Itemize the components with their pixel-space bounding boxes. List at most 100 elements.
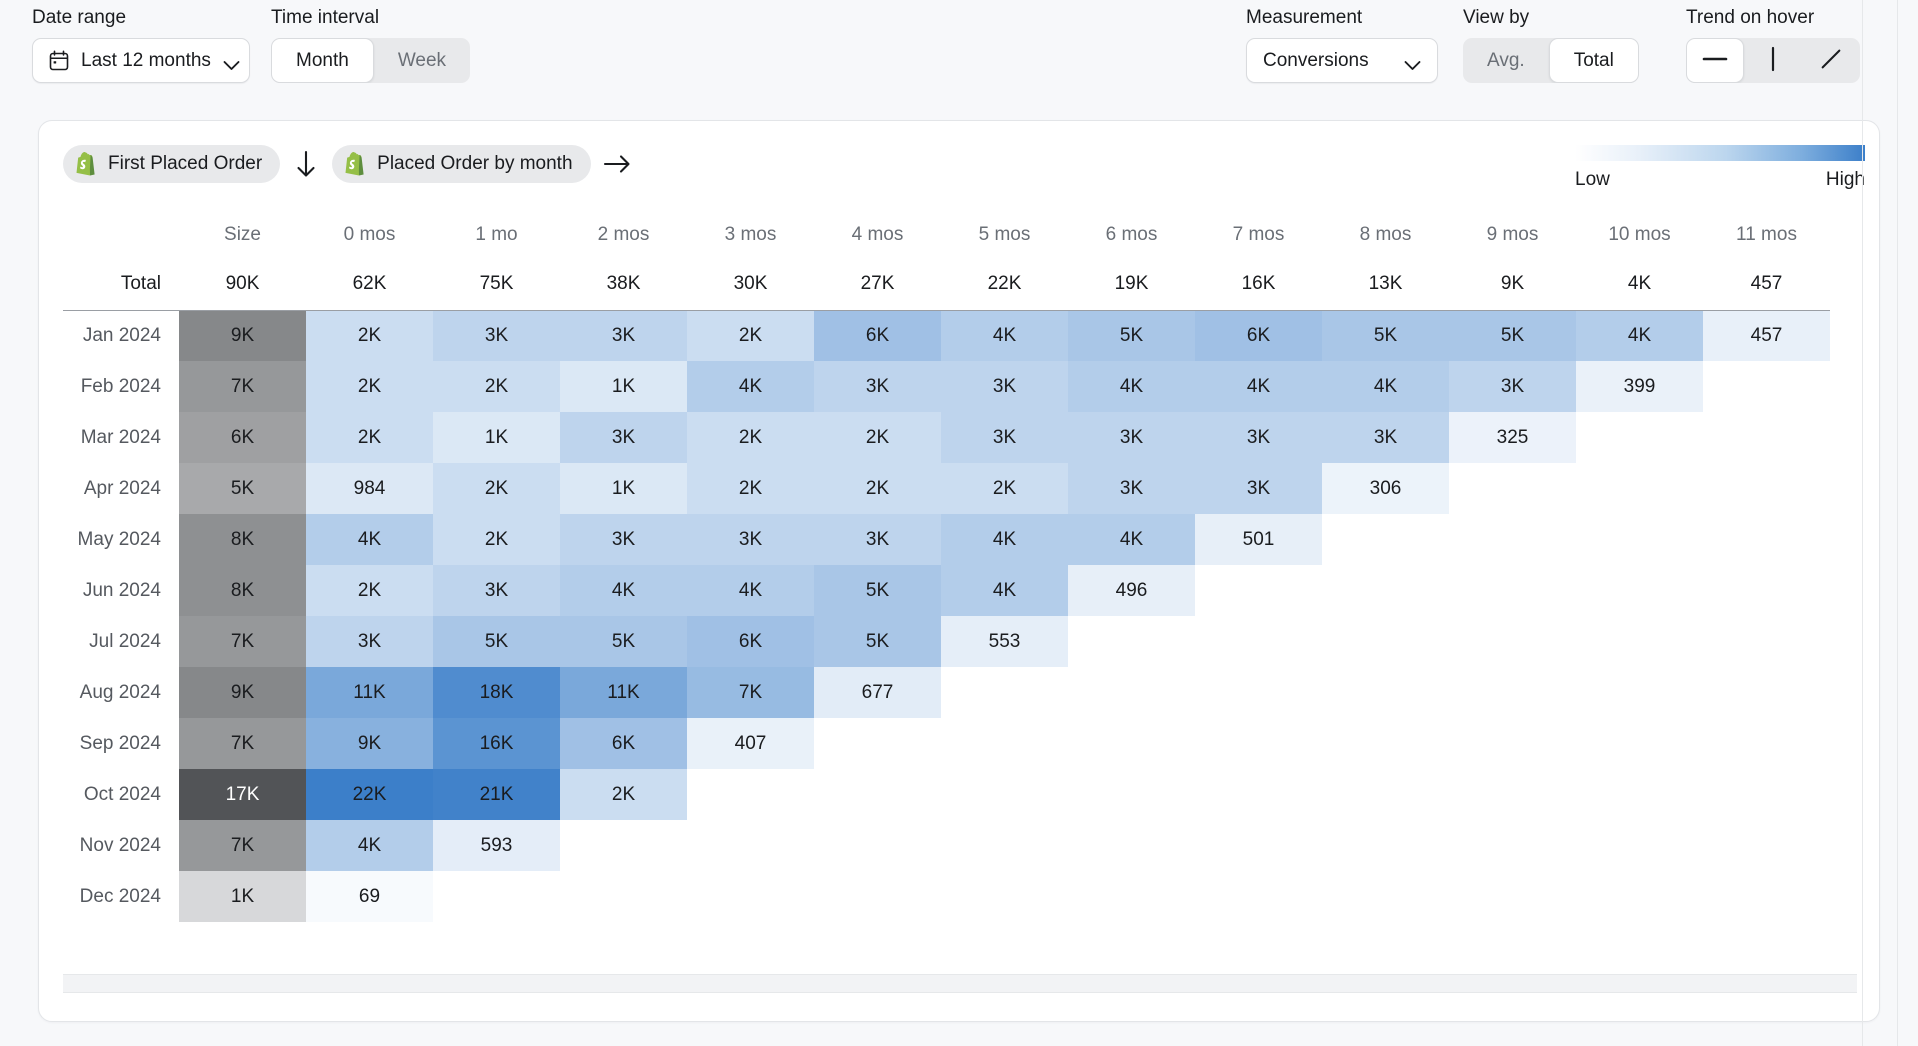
heatmap-cell[interactable]: 2K bbox=[687, 463, 814, 514]
heatmap-cell[interactable]: 2K bbox=[306, 412, 433, 463]
heatmap-cell[interactable]: 1K bbox=[560, 361, 687, 412]
trend-option-horizontal[interactable] bbox=[1686, 38, 1744, 83]
heatmap-cell[interactable]: 3K bbox=[433, 310, 560, 361]
heatmap-cell[interactable]: 2K bbox=[941, 463, 1068, 514]
heatmap-cell[interactable]: 306 bbox=[1322, 463, 1449, 514]
trend-option-diagonal[interactable] bbox=[1802, 38, 1860, 83]
heatmap-size-cell[interactable]: 7K bbox=[179, 361, 306, 412]
heatmap-cell[interactable]: 16K bbox=[433, 718, 560, 769]
heatmap-cell[interactable]: 7K bbox=[687, 667, 814, 718]
heatmap-cell[interactable]: 3K bbox=[306, 616, 433, 667]
heatmap-cell[interactable]: 3K bbox=[1068, 463, 1195, 514]
heatmap-cell[interactable]: 3K bbox=[687, 514, 814, 565]
heatmap-cell[interactable]: 2K bbox=[814, 412, 941, 463]
heatmap-cell[interactable]: 6K bbox=[1195, 310, 1322, 361]
heatmap-cell[interactable]: 399 bbox=[1576, 361, 1703, 412]
heatmap-cell[interactable]: 3K bbox=[1449, 361, 1576, 412]
heatmap-cell[interactable]: 2K bbox=[433, 463, 560, 514]
heatmap-cell[interactable]: 5K bbox=[560, 616, 687, 667]
time-interval-option-week[interactable]: Week bbox=[374, 38, 470, 83]
heatmap-cell[interactable]: 3K bbox=[814, 361, 941, 412]
heatmap-cell[interactable]: 3K bbox=[814, 514, 941, 565]
heatmap-cell[interactable]: 501 bbox=[1195, 514, 1322, 565]
heatmap-cell[interactable]: 2K bbox=[687, 310, 814, 361]
heatmap-cell[interactable]: 553 bbox=[941, 616, 1068, 667]
heatmap-cell[interactable]: 457 bbox=[1703, 310, 1830, 361]
heatmap-size-cell[interactable]: 1K bbox=[179, 871, 306, 922]
heatmap-cell[interactable]: 2K bbox=[433, 361, 560, 412]
heatmap-cell[interactable]: 3K bbox=[1068, 412, 1195, 463]
heatmap-cell[interactable]: 2K bbox=[306, 310, 433, 361]
heatmap-size-cell[interactable]: 6K bbox=[179, 412, 306, 463]
heatmap-cell[interactable]: 2K bbox=[814, 463, 941, 514]
heatmap-cell[interactable]: 4K bbox=[941, 565, 1068, 616]
measurement-select[interactable]: Conversions bbox=[1246, 38, 1438, 83]
heatmap-size-cell[interactable]: 17K bbox=[179, 769, 306, 820]
heatmap-cell[interactable]: 3K bbox=[941, 412, 1068, 463]
heatmap-size-cell[interactable]: 8K bbox=[179, 565, 306, 616]
heatmap-cell[interactable]: 3K bbox=[1195, 463, 1322, 514]
heatmap-cell[interactable]: 6K bbox=[560, 718, 687, 769]
heatmap-cell[interactable]: 496 bbox=[1068, 565, 1195, 616]
heatmap-cell[interactable]: 1K bbox=[433, 412, 560, 463]
heatmap-cell[interactable]: 4K bbox=[1576, 310, 1703, 361]
heatmap-cell[interactable]: 69 bbox=[306, 871, 433, 922]
heatmap-cell[interactable]: 22K bbox=[306, 769, 433, 820]
heatmap-size-cell[interactable]: 7K bbox=[179, 718, 306, 769]
heatmap-cell[interactable]: 5K bbox=[1322, 310, 1449, 361]
heatmap-cell[interactable]: 3K bbox=[560, 514, 687, 565]
heatmap-cell[interactable]: 984 bbox=[306, 463, 433, 514]
heatmap-cell[interactable]: 11K bbox=[560, 667, 687, 718]
heatmap-cell[interactable]: 3K bbox=[560, 310, 687, 361]
heatmap-cell[interactable]: 4K bbox=[1068, 361, 1195, 412]
trend-option-vertical[interactable] bbox=[1744, 38, 1802, 83]
time-interval-option-month[interactable]: Month bbox=[271, 38, 374, 83]
heatmap-cell[interactable]: 1K bbox=[560, 463, 687, 514]
heatmap-cell[interactable]: 3K bbox=[1322, 412, 1449, 463]
heatmap-cell[interactable]: 11K bbox=[306, 667, 433, 718]
heatmap-cell[interactable]: 6K bbox=[814, 310, 941, 361]
view-by-option-total[interactable]: Total bbox=[1549, 38, 1639, 83]
heatmap-cell[interactable]: 3K bbox=[941, 361, 1068, 412]
heatmap-table-scroll-area[interactable]: Size0 mos1 mo2 mos3 mos4 mos5 mos6 mos7 … bbox=[39, 211, 1880, 1022]
heatmap-cell[interactable]: 677 bbox=[814, 667, 941, 718]
heatmap-size-cell[interactable]: 7K bbox=[179, 820, 306, 871]
heatmap-cell[interactable]: 18K bbox=[433, 667, 560, 718]
heatmap-cell[interactable]: 6K bbox=[687, 616, 814, 667]
heatmap-cell[interactable]: 4K bbox=[1068, 514, 1195, 565]
heatmap-size-cell[interactable]: 7K bbox=[179, 616, 306, 667]
heatmap-size-cell[interactable]: 9K bbox=[179, 310, 306, 361]
date-range-select[interactable]: Last 12 months bbox=[32, 38, 250, 83]
heatmap-cell[interactable]: 2K bbox=[433, 514, 560, 565]
heatmap-cell[interactable]: 2K bbox=[306, 361, 433, 412]
view-by-option-avg[interactable]: Avg. bbox=[1463, 38, 1549, 83]
heatmap-cell[interactable]: 4K bbox=[687, 361, 814, 412]
heatmap-cell[interactable]: 4K bbox=[306, 514, 433, 565]
heatmap-cell[interactable]: 2K bbox=[687, 412, 814, 463]
horizontal-scrollbar-thumb[interactable] bbox=[63, 975, 1821, 992]
heatmap-size-cell[interactable]: 5K bbox=[179, 463, 306, 514]
heatmap-cell[interactable]: 325 bbox=[1449, 412, 1576, 463]
heatmap-cell[interactable]: 4K bbox=[1195, 361, 1322, 412]
heatmap-cell[interactable]: 4K bbox=[1322, 361, 1449, 412]
metric-chip-placed-order-by-month[interactable]: Placed Order by month bbox=[332, 145, 590, 183]
heatmap-cell[interactable]: 3K bbox=[560, 412, 687, 463]
heatmap-cell[interactable]: 21K bbox=[433, 769, 560, 820]
heatmap-cell[interactable]: 4K bbox=[687, 565, 814, 616]
heatmap-cell[interactable]: 4K bbox=[941, 310, 1068, 361]
heatmap-cell[interactable]: 2K bbox=[306, 565, 433, 616]
heatmap-cell[interactable]: 5K bbox=[814, 616, 941, 667]
horizontal-scrollbar[interactable] bbox=[63, 974, 1857, 993]
heatmap-cell[interactable]: 5K bbox=[1449, 310, 1576, 361]
heatmap-cell[interactable]: 5K bbox=[814, 565, 941, 616]
heatmap-cell[interactable]: 4K bbox=[560, 565, 687, 616]
heatmap-cell[interactable]: 9K bbox=[306, 718, 433, 769]
heatmap-cell[interactable]: 4K bbox=[941, 514, 1068, 565]
heatmap-cell[interactable]: 4K bbox=[306, 820, 433, 871]
metric-chip-first-placed-order[interactable]: First Placed Order bbox=[63, 145, 280, 183]
heatmap-cell[interactable]: 593 bbox=[433, 820, 560, 871]
heatmap-size-cell[interactable]: 9K bbox=[179, 667, 306, 718]
heatmap-cell[interactable]: 5K bbox=[433, 616, 560, 667]
heatmap-cell[interactable]: 2K bbox=[560, 769, 687, 820]
heatmap-cell[interactable]: 3K bbox=[1195, 412, 1322, 463]
